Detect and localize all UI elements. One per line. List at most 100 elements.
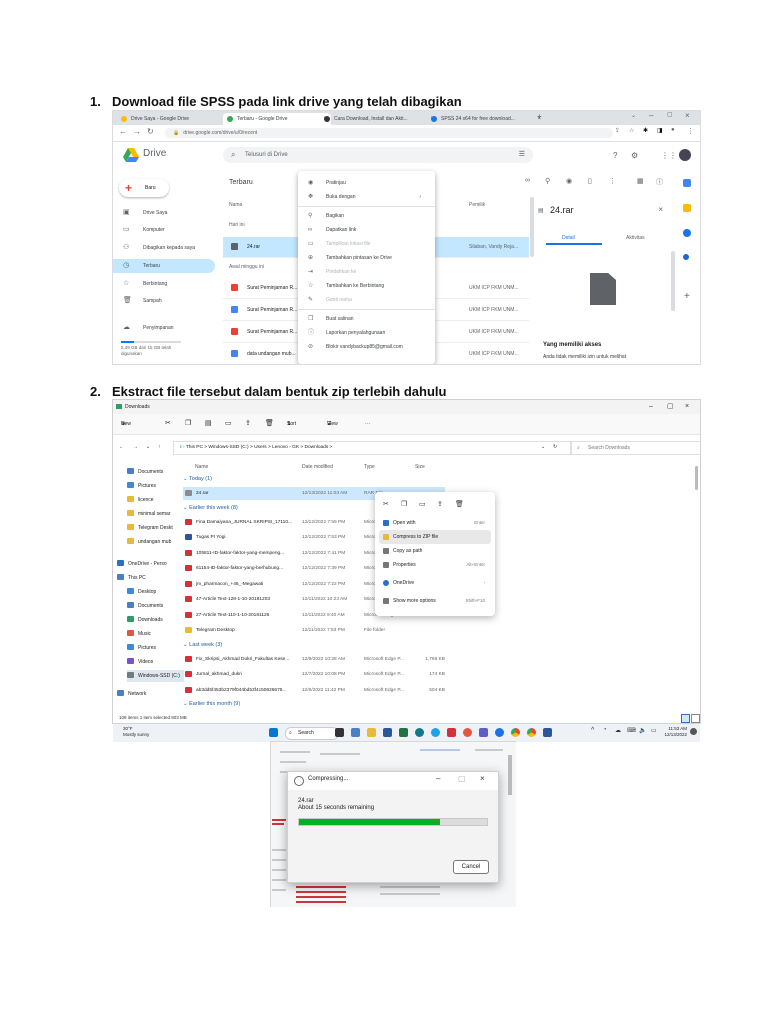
sidebar-item-recent[interactable]: ◷ Terbaru (113, 259, 215, 273)
file-row[interactable]: Jurnal_akhmad_dukri 12/7/2022 10:08 PM Mic… (183, 668, 483, 681)
sidebar-item[interactable]: Documents (127, 600, 163, 612)
trash-icon[interactable]: 🗑 (455, 500, 464, 508)
maximize-icon[interactable]: ▢ (667, 111, 673, 118)
copy-icon[interactable]: ❐ (401, 500, 407, 508)
sidebar-item[interactable]: Music (127, 628, 151, 640)
extensions-icon[interactable]: ✱ (643, 127, 648, 134)
scrollbar[interactable] (671, 251, 675, 311)
sidebar-item[interactable]: Windows-SSD (C:) (127, 670, 184, 682)
chevron-down-icon[interactable]: ⌄ (541, 438, 545, 456)
share-icon[interactable]: ⇪ (245, 414, 251, 434)
column-name[interactable]: Nama (229, 202, 242, 208)
sidebar-item[interactable]: licence (127, 494, 154, 506)
menu-item-get-link[interactable]: ∞ Dapatkan link (298, 224, 435, 236)
chat-icon[interactable] (351, 728, 360, 737)
scrollbar[interactable] (530, 197, 534, 257)
new-tab-icon[interactable]: + (537, 112, 542, 121)
sidebar-item[interactable]: Telegram Deskt (127, 522, 173, 534)
sidepanel-icon[interactable]: ◨ (657, 127, 663, 134)
excel-icon[interactable] (399, 728, 408, 737)
maximize-icon[interactable]: ▢ (667, 400, 674, 414)
chrome-icon[interactable] (527, 728, 536, 737)
share-page-icon[interactable]: ⇪ (615, 127, 620, 134)
add-addon-icon[interactable]: + (684, 291, 690, 302)
link-icon[interactable]: ∞ (525, 177, 530, 184)
menu-item-more-options[interactable]: Show more options Shift+F10 (379, 594, 491, 608)
eye-icon[interactable]: ◉ (566, 177, 572, 185)
info-icon[interactable]: ⓘ (656, 177, 663, 187)
tiles-view-icon[interactable] (691, 714, 700, 723)
menu-item-star[interactable]: ☆ Tambahkan ke Berbintang (298, 280, 435, 292)
minimize-icon[interactable]: – (649, 400, 653, 414)
edge-icon[interactable] (415, 728, 424, 737)
browser-tab[interactable]: Cara Download, Install dan Akti...× (320, 113, 438, 125)
back-icon[interactable]: ← (119, 127, 127, 136)
zoom-icon[interactable] (495, 728, 504, 737)
sidebar-item-starred[interactable]: ☆ Berbintang (113, 277, 215, 291)
sidebar-item[interactable]: Pictures (127, 642, 156, 654)
rename-icon[interactable]: ▭ (225, 414, 232, 434)
contacts-icon[interactable] (683, 254, 689, 260)
file-row[interactable]: ab3dd5f453b2379f044bd53f4c50826675... 12/… (183, 684, 483, 697)
address-path[interactable]: ⭳ › This PC > Windows-SSD (C:) > Users >… (173, 441, 571, 455)
search-options-icon[interactable]: ☰ (519, 147, 525, 163)
rename-icon[interactable]: ▭ (419, 500, 426, 508)
tray-chevron-icon[interactable]: ^ (591, 727, 594, 734)
scrollbar[interactable] (695, 466, 698, 490)
close-window-icon[interactable]: × (685, 111, 690, 120)
menu-item-copy-path[interactable]: Copy as path (379, 544, 491, 558)
taskbar-search[interactable]: ⌕ Search (285, 727, 339, 740)
column-size[interactable]: Size (415, 464, 425, 470)
word-icon[interactable] (383, 728, 392, 737)
sidebar-item-storage[interactable]: ☁ Penyimpanan (113, 321, 215, 335)
task-view-icon[interactable] (335, 728, 344, 737)
minimize-icon[interactable]: – (436, 774, 440, 783)
start-icon[interactable] (269, 728, 278, 737)
refresh-icon[interactable]: ↻ (553, 438, 557, 456)
tasks-icon[interactable] (683, 229, 691, 237)
forward-icon[interactable]: → (133, 127, 141, 136)
sort-button[interactable]: ⇅ Sort ⌄ (287, 414, 296, 434)
calendar-icon[interactable] (683, 179, 691, 187)
word-icon[interactable] (543, 728, 552, 737)
notification-icon[interactable] (690, 728, 697, 735)
sidebar-item[interactable]: Pictures (127, 480, 156, 492)
weather-widget[interactable]: 30°F Mostly sunny (123, 726, 149, 738)
bookmark-star-icon[interactable]: ☆ (629, 127, 634, 134)
sidebar-item[interactable]: Videos (127, 656, 153, 668)
close-window-icon[interactable]: × (685, 400, 689, 414)
group-header[interactable]: ⌄ Last week (3) (183, 642, 222, 648)
sidebar-item[interactable]: Documents (127, 466, 163, 478)
paste-icon[interactable]: ▤ (205, 414, 212, 434)
gear-icon[interactable]: ⚙ (631, 151, 638, 160)
teams-icon[interactable] (479, 728, 488, 737)
menu-dots-icon[interactable]: ⋮ (687, 127, 694, 135)
column-name[interactable]: Name (195, 464, 208, 470)
url-field[interactable]: 🔒 drive.google.com/drive/u/0/recent (165, 128, 613, 138)
sidebar-item-computers[interactable]: ▭ Komputer (113, 223, 215, 237)
cloud-icon[interactable]: ☁ (615, 727, 621, 734)
keep-icon[interactable] (683, 204, 691, 212)
group-header[interactable]: ⌄ Earlier this month (9) (183, 701, 240, 707)
file-row[interactable]: Telegram Desktop 12/11/2022 7:53 PM File f… (183, 624, 483, 637)
menu-item-open-with[interactable]: Open with Enter (379, 516, 491, 530)
menu-item-open-with[interactable]: ✥ Buka dengan › (298, 191, 435, 203)
sidebar-item[interactable]: undangan mub (127, 536, 171, 548)
forward-icon[interactable]: → (133, 438, 138, 456)
chrome-icon[interactable] (511, 728, 520, 737)
more-icon[interactable]: ··· (365, 414, 370, 434)
group-header[interactable]: ⌄ Earlier this week (8) (183, 505, 238, 511)
tab-detail[interactable]: Detail (562, 235, 575, 241)
column-type[interactable]: Type (364, 464, 375, 470)
menu-item-report[interactable]: ⓘ Laporkan penyalahgunaan (298, 327, 435, 339)
close-window-icon[interactable]: × (480, 774, 485, 783)
view-button[interactable]: ☰ View ⌄ (327, 414, 338, 434)
cut-icon[interactable]: ✂ (383, 500, 389, 508)
taskbar-clock[interactable]: 11:53 AM 12/13/2022 (661, 726, 687, 738)
details-view-icon[interactable] (681, 714, 690, 723)
menu-item-onedrive[interactable]: OneDrive › (379, 576, 491, 590)
sidebar-item[interactable]: Desktop (127, 586, 156, 598)
search-input[interactable]: ⌕ Search Downloads (571, 441, 700, 455)
menu-item-compress-zip[interactable]: Compress to ZIP file (379, 530, 491, 544)
avatar[interactable] (679, 149, 691, 161)
